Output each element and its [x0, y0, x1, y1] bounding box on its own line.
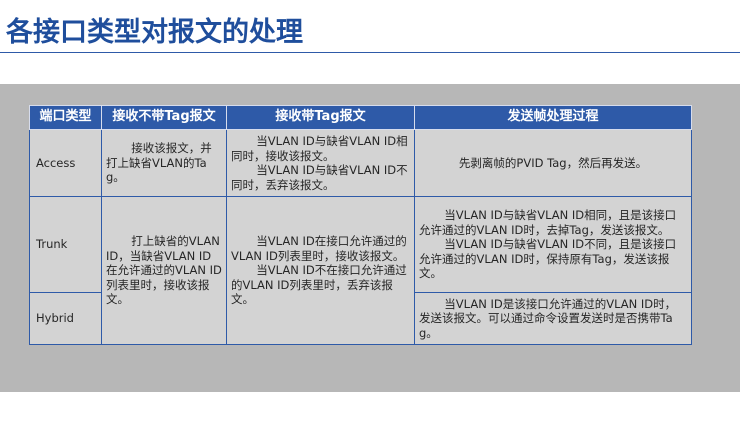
untagged-text: 打上缺省的VLAN ID，当缺省VLAN ID在允许通过的VLAN ID列表里时… — [106, 234, 222, 307]
receive-untagged-cell: 打上缺省的VLAN ID，当缺省VLAN ID在允许通过的VLAN ID列表里时… — [101, 196, 227, 345]
header-receive-untagged: 接收不带Tag报文 — [101, 105, 227, 130]
send-rule-1: 当VLAN ID与缺省VLAN ID相同，且是该接口允许通过的VLAN ID时，… — [419, 208, 677, 237]
send-rule-2: 当VLAN ID与缺省VLAN ID不同，且是该接口允许通过的VLAN ID时，… — [419, 237, 677, 281]
send-processing-cell: 当VLAN ID是该接口允许通过的VLAN ID时，发送该报文。可以通过命令设置… — [414, 292, 692, 345]
interface-processing-table: 端口类型 接收不带Tag报文 接收带Tag报文 发送帧处理过程 Access 接… — [29, 105, 692, 345]
page-title: 各接口类型对报文的处理 — [6, 17, 303, 48]
header-receive-tagged: 接收带Tag报文 — [226, 105, 415, 130]
port-type-cell: Hybrid — [29, 292, 102, 345]
header-port-type: 端口类型 — [29, 105, 102, 130]
tagged-rule-1: 当VLAN ID在接口允许通过的VLAN ID列表里时，接收该报文。 — [231, 234, 407, 263]
receive-tagged-cell: 当VLAN ID在接口允许通过的VLAN ID列表里时，接收该报文。 当VLAN… — [226, 196, 415, 345]
send-rule-1: 当VLAN ID是该接口允许通过的VLAN ID时，发送该报文。可以通过命令设置… — [419, 296, 677, 340]
send-processing-cell: 当VLAN ID与缺省VLAN ID相同，且是该接口允许通过的VLAN ID时，… — [414, 196, 692, 293]
tagged-rule-2: 当VLAN ID不在接口允许通过的VLAN ID列表里时，丢弃该报文。 — [231, 263, 407, 307]
port-type-cell: Trunk — [29, 196, 102, 293]
untagged-text: 接收该报文，并打上缺省VLAN的Tag。 — [106, 141, 212, 185]
table-row-trunk: Trunk 打上缺省的VLAN ID，当缺省VLAN ID在允许通过的VLAN … — [29, 196, 692, 345]
title-divider — [0, 52, 740, 53]
port-type-cell: Access — [29, 129, 102, 197]
table-header-row: 端口类型 接收不带Tag报文 接收带Tag报文 发送帧处理过程 — [29, 105, 692, 130]
tagged-rule-2: 当VLAN ID与缺省VLAN ID不同时，丢弃该报文。 — [231, 163, 408, 192]
table-row-access: Access 接收该报文，并打上缺省VLAN的Tag。 当VLAN ID与缺省V… — [29, 129, 692, 197]
receive-tagged-cell: 当VLAN ID与缺省VLAN ID相同时，接收该报文。 当VLAN ID与缺省… — [226, 129, 415, 197]
send-rule-1: 先剥离帧的PVID Tag，然后再发送。 — [458, 155, 648, 170]
receive-untagged-cell: 接收该报文，并打上缺省VLAN的Tag。 — [101, 129, 227, 197]
tagged-rule-1: 当VLAN ID与缺省VLAN ID相同时，接收该报文。 — [231, 134, 408, 163]
send-processing-cell: 先剥离帧的PVID Tag，然后再发送。 — [414, 129, 692, 197]
header-send-processing: 发送帧处理过程 — [414, 105, 692, 130]
